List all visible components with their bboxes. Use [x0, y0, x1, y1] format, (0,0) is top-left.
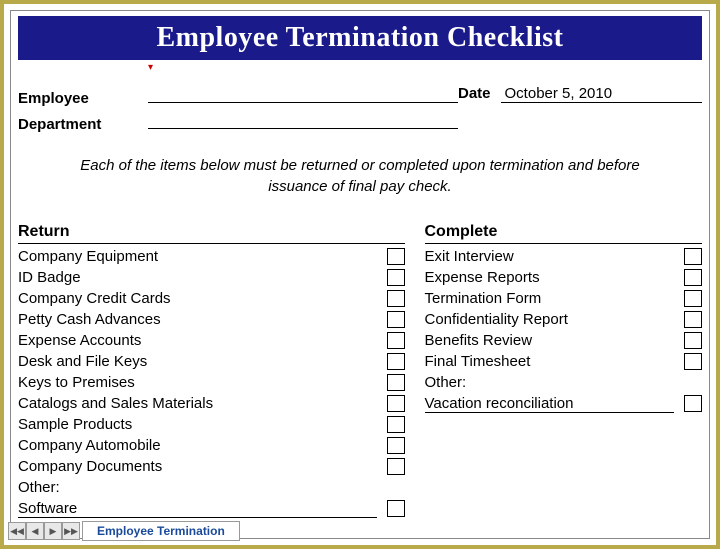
item-label: Company Credit Cards: [18, 290, 377, 307]
checkbox[interactable]: [387, 290, 405, 307]
complete-item: Confidentiality Report: [425, 309, 703, 330]
item-label: Other:: [425, 374, 675, 391]
item-label: Catalogs and Sales Materials: [18, 395, 377, 412]
item-label: Benefits Review: [425, 332, 675, 349]
checklist-columns: Return Company Equipment ID Badge Company …: [18, 223, 702, 519]
item-label: Company Documents: [18, 458, 377, 475]
item-label: Sample Products: [18, 416, 377, 433]
checkbox[interactable]: [387, 353, 405, 370]
return-item: Catalogs and Sales Materials: [18, 393, 405, 414]
complete-item: Benefits Review: [425, 330, 703, 351]
checkbox[interactable]: [684, 290, 702, 307]
complete-item: Final Timesheet: [425, 351, 703, 372]
item-label: ID Badge: [18, 269, 377, 286]
return-item: Petty Cash Advances: [18, 309, 405, 330]
checkbox[interactable]: [387, 416, 405, 433]
department-label: Department: [18, 116, 148, 133]
item-label: Software: [18, 500, 377, 518]
document-title: Employee Termination Checklist: [18, 16, 702, 60]
checkbox[interactable]: [387, 374, 405, 391]
item-label: Petty Cash Advances: [18, 311, 377, 328]
date-label: Date: [458, 85, 491, 102]
complete-item: Expense Reports: [425, 267, 703, 288]
item-label: Company Equipment: [18, 248, 377, 265]
checkbox[interactable]: [387, 395, 405, 412]
return-item: ID Badge: [18, 267, 405, 288]
complete-item: Termination Form: [425, 288, 703, 309]
checkbox[interactable]: [387, 458, 405, 475]
checkbox[interactable]: [684, 269, 702, 286]
item-label: Expense Reports: [425, 269, 675, 286]
item-label: Termination Form: [425, 290, 675, 307]
return-header: Return: [18, 223, 405, 244]
item-label: Desk and File Keys: [18, 353, 377, 370]
complete-item: Vacation reconciliation: [425, 393, 703, 414]
return-item: Company Automobile: [18, 435, 405, 456]
checkbox[interactable]: [684, 353, 702, 370]
item-label: Confidentiality Report: [425, 311, 675, 328]
return-item: Expense Accounts: [18, 330, 405, 351]
return-item: Desk and File Keys: [18, 351, 405, 372]
checkbox[interactable]: [387, 248, 405, 265]
checkbox[interactable]: [387, 437, 405, 454]
return-item: Company Documents: [18, 456, 405, 477]
item-label: Company Automobile: [18, 437, 377, 454]
nav-next-icon[interactable]: ▶: [44, 522, 62, 540]
sheet-tab[interactable]: Employee Termination: [82, 521, 240, 541]
nav-first-icon[interactable]: ◀◀: [8, 522, 26, 540]
checkbox[interactable]: [387, 332, 405, 349]
return-item: Software: [18, 498, 405, 519]
instructions-text: Each of the items below must be returned…: [58, 155, 662, 197]
checkbox[interactable]: [387, 500, 405, 517]
nav-prev-icon[interactable]: ◀: [26, 522, 44, 540]
checkbox[interactable]: [684, 248, 702, 265]
item-label: Exit Interview: [425, 248, 675, 265]
return-item: Sample Products: [18, 414, 405, 435]
return-item: Other:: [18, 477, 405, 498]
header-fields: Employee Department Date October 5, 2010: [18, 85, 702, 137]
checkbox[interactable]: [684, 332, 702, 349]
nav-last-icon[interactable]: ▶▶: [62, 522, 80, 540]
employee-input[interactable]: [148, 85, 458, 103]
item-label: Vacation reconciliation: [425, 395, 675, 413]
sheet-tab-bar: ◀◀ ◀ ▶ ▶▶ Employee Termination: [8, 521, 240, 541]
date-input[interactable]: October 5, 2010: [501, 85, 702, 103]
checkbox[interactable]: [684, 311, 702, 328]
comment-indicator: ▾: [148, 62, 702, 73]
checkbox[interactable]: [387, 269, 405, 286]
department-input[interactable]: [148, 111, 458, 129]
complete-item: Exit Interview: [425, 246, 703, 267]
item-label: Other:: [18, 479, 377, 496]
complete-column: Complete Exit Interview Expense Reports Te…: [425, 223, 703, 519]
item-label: Final Timesheet: [425, 353, 675, 370]
employee-label: Employee: [18, 90, 148, 107]
return-item: Company Equipment: [18, 246, 405, 267]
item-label: Keys to Premises: [18, 374, 377, 391]
return-column: Return Company Equipment ID Badge Company …: [18, 223, 405, 519]
return-item: Company Credit Cards: [18, 288, 405, 309]
complete-item: Other:: [425, 372, 703, 393]
complete-header: Complete: [425, 223, 703, 244]
checkbox[interactable]: [684, 395, 702, 412]
return-item: Keys to Premises: [18, 372, 405, 393]
checkbox[interactable]: [387, 311, 405, 328]
item-label: Expense Accounts: [18, 332, 377, 349]
